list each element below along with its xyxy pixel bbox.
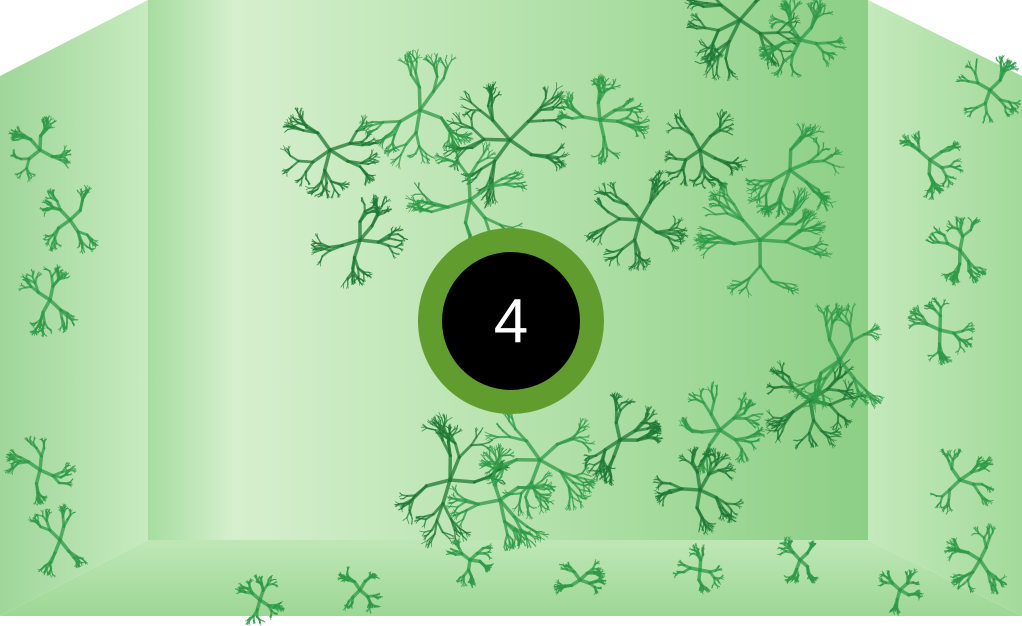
- counter-inner-circle: 4: [442, 252, 580, 390]
- floor: [0, 540, 1022, 616]
- left-wall: [0, 0, 148, 616]
- level-counter-badge: 4: [418, 228, 604, 414]
- right-wall: [868, 0, 1022, 616]
- game-scene: 4: [0, 0, 1022, 626]
- counter-value: 4: [493, 287, 529, 356]
